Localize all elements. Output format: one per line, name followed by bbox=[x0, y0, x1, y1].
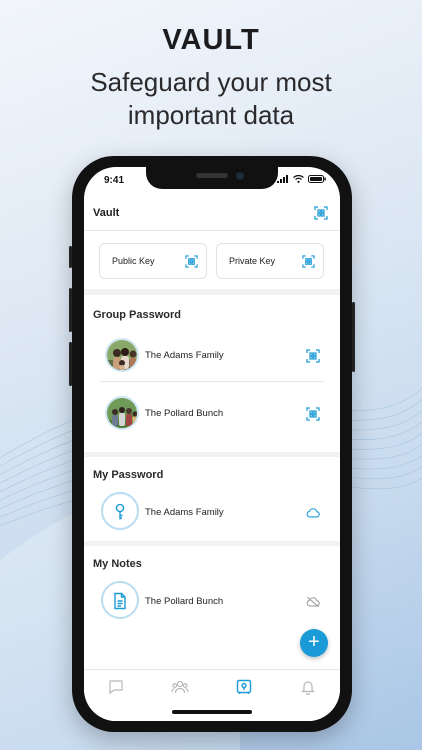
keys-row: Public Key Private Key bbox=[84, 231, 340, 295]
section-title: My Notes bbox=[93, 558, 142, 570]
subheadline-line-2: important data bbox=[127, 100, 295, 130]
qr-scan-icon bbox=[302, 255, 315, 268]
list-item[interactable]: The Pollard Bunch bbox=[84, 389, 340, 439]
header-title: Vault bbox=[93, 207, 120, 219]
page-headline: VAULT bbox=[162, 24, 260, 56]
qr-scan-icon[interactable] bbox=[306, 407, 320, 421]
my-password-section: My Password The Adams Family bbox=[84, 457, 340, 541]
document-icon bbox=[114, 592, 126, 610]
speaker-grille bbox=[196, 173, 228, 178]
private-key-card[interactable]: Private Key bbox=[216, 243, 324, 279]
note-avatar bbox=[101, 581, 139, 619]
front-camera bbox=[236, 172, 244, 180]
signal-icon bbox=[277, 175, 288, 183]
phone-notch bbox=[146, 167, 278, 189]
add-button[interactable]: + bbox=[300, 629, 328, 657]
qr-scan-icon[interactable] bbox=[314, 206, 328, 220]
qr-scan-icon bbox=[185, 255, 198, 268]
battery-icon bbox=[308, 175, 326, 183]
vault-header: Vault bbox=[84, 197, 340, 231]
phone-power-button bbox=[352, 302, 355, 372]
subheadline-line-1: Safeguard your most bbox=[90, 67, 332, 97]
group-password-section: Group Password The Adams Family The Poll… bbox=[84, 295, 340, 452]
list-item[interactable]: The Adams Family bbox=[84, 488, 340, 538]
list-item-label: The Adams Family bbox=[145, 507, 224, 518]
group-avatar bbox=[105, 396, 139, 430]
home-indicator bbox=[172, 710, 252, 714]
divider bbox=[100, 381, 324, 382]
cloud-off-icon[interactable] bbox=[306, 595, 320, 609]
group-avatar bbox=[105, 338, 139, 372]
qr-scan-icon[interactable] bbox=[306, 349, 320, 363]
phone-volume-down bbox=[69, 342, 72, 386]
key-avatar bbox=[101, 492, 139, 530]
vault-icon[interactable] bbox=[235, 678, 253, 696]
public-key-label: Public Key bbox=[112, 256, 155, 266]
phone-volume-up bbox=[69, 288, 72, 332]
section-title: My Password bbox=[93, 469, 164, 481]
phone-mute-switch bbox=[69, 246, 72, 268]
cloud-icon[interactable] bbox=[306, 506, 320, 520]
private-key-label: Private Key bbox=[229, 256, 276, 266]
list-item-label: The Adams Family bbox=[145, 350, 224, 361]
phone-screen: 9:41 Vault Public Key Private Key Group … bbox=[84, 167, 340, 721]
list-item[interactable]: The Pollard Bunch bbox=[84, 577, 340, 627]
bell-icon[interactable] bbox=[299, 678, 317, 696]
status-icons bbox=[277, 175, 326, 183]
page-subheadline: Safeguard your most important data bbox=[0, 66, 422, 132]
list-item-label: The Pollard Bunch bbox=[145, 596, 224, 607]
key-icon bbox=[115, 503, 125, 520]
group-icon[interactable] bbox=[171, 678, 189, 696]
status-time: 9:41 bbox=[104, 175, 125, 186]
public-key-card[interactable]: Public Key bbox=[99, 243, 207, 279]
chat-icon[interactable] bbox=[107, 678, 125, 696]
wifi-icon bbox=[293, 175, 304, 183]
list-item-label: The Pollard Bunch bbox=[145, 408, 224, 419]
section-title: Group Password bbox=[93, 309, 182, 321]
list-item[interactable]: The Adams Family bbox=[84, 331, 340, 381]
